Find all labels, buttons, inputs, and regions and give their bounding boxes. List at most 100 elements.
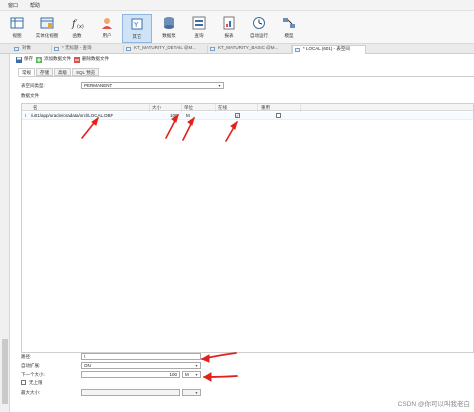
function-icon: f (x): [71, 19, 84, 30]
tab-label: KT_MATURITY_BASIC @M...: [218, 45, 279, 50]
max-size-field[interactable]: [81, 389, 180, 396]
autoextend-label: 自动扩展:: [21, 363, 41, 368]
column-header-unit[interactable]: 单位: [184, 105, 193, 111]
toolbar-label: 自动运行: [250, 33, 268, 38]
row-cursor-icon: I: [25, 113, 27, 118]
online-checkbox[interactable]: ✓: [235, 113, 240, 118]
autoextend-value: ON: [84, 363, 91, 368]
datafile-section-label: 数据文件: [21, 93, 39, 98]
next-size-field[interactable]: 100: [81, 371, 180, 378]
query-icon: [192, 16, 206, 30]
datafile-name-cell[interactable]: /u01/app/oracle/oradata/orcl/LOCAL.DBF: [31, 113, 113, 118]
next-size-unit-value: M: [185, 372, 189, 377]
toolbar-function-button[interactable]: f (x) 函数: [62, 14, 92, 43]
tablespace-type-value: PERMANENT: [84, 83, 113, 88]
materialized-view-icon: [40, 17, 54, 29]
toolbar-label: 报表: [224, 33, 234, 38]
subtab-general[interactable]: 常规: [18, 68, 35, 76]
tab-label: * 无标题 - 查询: [62, 45, 92, 50]
subtab-storage[interactable]: 存储: [36, 68, 53, 76]
svg-text:Y: Y: [133, 21, 139, 29]
user-icon: [102, 18, 112, 29]
toolbar-label: 实体化视图: [35, 33, 59, 38]
chevron-down-icon: ▾: [195, 390, 198, 395]
toolbar-user-button[interactable]: 用户: [92, 14, 122, 43]
table-tab-icon: [126, 47, 131, 51]
chevron-down-icon: ▾: [218, 83, 221, 88]
tab-kt-maturity-basic[interactable]: KT_MATURITY_BASIC @M...: [208, 45, 292, 54]
add-datafile-button[interactable]: 添加数据文件: [36, 56, 71, 63]
toolbar-label: 其它: [132, 34, 142, 39]
tablespace-type-select[interactable]: PERMANENT ▾: [81, 82, 224, 89]
model-icon: [283, 18, 295, 28]
save-button[interactable]: 保存: [16, 56, 33, 63]
unlimited-checkbox[interactable]: [21, 380, 26, 385]
datafile-grid: 名 大小 单位 在线 重用 I /u01/app/oracle/oradata/…: [21, 103, 474, 353]
other-icon: Y: [131, 18, 143, 30]
tablespace-tab-icon: [295, 48, 300, 52]
table-tab-icon: [210, 47, 215, 51]
toolbar-query-button[interactable]: 查询: [184, 14, 214, 43]
tab-label: 对象: [22, 45, 31, 50]
column-header-name[interactable]: 名: [33, 105, 38, 111]
tablespace-type-label: 表空间类型:: [21, 83, 45, 88]
toolbar-data-pump-button[interactable]: 数据泵: [154, 14, 184, 43]
report-icon: [223, 16, 235, 30]
tab-kt-maturity-detail[interactable]: KT_MATURITY_DETAIL @M...: [124, 45, 208, 54]
save-icon: [16, 57, 22, 63]
column-header-online[interactable]: 在线: [218, 105, 227, 111]
scrollbar-thumb[interactable]: [2, 339, 8, 404]
path-field[interactable]: \: [81, 353, 201, 360]
general-panel: 表空间类型: PERMANENT ▾ 数据文件 名 大小 单位 在线 重用 I …: [18, 76, 474, 412]
delete-icon: [74, 57, 80, 63]
chevron-down-icon: ▾: [195, 363, 198, 368]
toolbar-other-button[interactable]: Y 其它: [122, 14, 152, 43]
toolbar-label: 视图: [12, 33, 22, 38]
path-label: 路径:: [21, 354, 32, 359]
reuse-checkbox[interactable]: [276, 113, 281, 118]
tab-untitled-query[interactable]: * 无标题 - 查询: [52, 45, 124, 54]
menu-help[interactable]: 帮助: [30, 2, 40, 9]
grid-header: 名 大小 单位 在线 重用: [22, 104, 473, 111]
tab-local-tablespace[interactable]: * LOCAL (601) - 表空间: [292, 45, 366, 54]
delete-datafile-button[interactable]: 删除数据文件: [74, 56, 109, 63]
max-size-label: 最大大小:: [21, 390, 41, 395]
next-size-unit-select[interactable]: M ▾: [182, 371, 201, 378]
svg-text:(x): (x): [77, 24, 84, 30]
add-icon: [36, 57, 42, 63]
table-row[interactable]: I /u01/app/oracle/oradata/orcl/LOCAL.DBF…: [22, 112, 473, 120]
column-header-reuse[interactable]: 重用: [261, 105, 270, 111]
datafile-size-cell[interactable]: 100: [170, 113, 178, 118]
toolbar-view-button[interactable]: 视图: [2, 14, 32, 43]
menu-window[interactable]: 窗口: [8, 2, 18, 9]
toolbar-label: 数据泵: [162, 33, 176, 38]
chevron-down-icon: ▾: [195, 372, 198, 377]
autoextend-select[interactable]: ON ▾: [81, 362, 201, 369]
next-size-label: 下一个大小:: [21, 372, 45, 377]
toolbar-schedule-button[interactable]: 自动运行: [244, 14, 274, 43]
unlimited-label: 无上限: [29, 380, 43, 385]
toolbar-label: 用户: [102, 33, 112, 38]
toolbar-label: 函数: [72, 33, 82, 38]
tab-objects[interactable]: 对象: [12, 45, 52, 54]
tab-label: KT_MATURITY_DETAIL @M...: [134, 45, 196, 50]
delete-datafile-label: 删除数据文件: [82, 56, 109, 61]
subtab-advanced[interactable]: 高级: [54, 68, 71, 76]
left-scrollbar[interactable]: [0, 54, 10, 412]
column-header-size[interactable]: 大小: [152, 105, 161, 111]
max-size-unit-select[interactable]: ▾: [182, 389, 201, 396]
toolbar-label: 模型: [284, 33, 294, 38]
toolbar-label: 查询: [194, 33, 204, 38]
objects-icon: [14, 47, 19, 51]
toolbar-model-button[interactable]: 模型: [274, 14, 304, 43]
schedule-icon: [253, 17, 265, 29]
datafile-unit-cell[interactable]: M: [186, 113, 190, 118]
editor-tab-bar: 对象 * 无标题 - 查询 KT_MATURITY_DETAIL @M... K…: [0, 44, 474, 54]
main-toolbar: 视图 实体化视图 f (x) 函数 用户 Y 其它 数据泵 查询 报表 自动运行 …: [0, 11, 474, 44]
watermark: CSDN @你可以叫我老白: [397, 401, 470, 408]
toolbar-report-button[interactable]: 报表: [214, 14, 244, 43]
add-datafile-label: 添加数据文件: [44, 56, 71, 61]
data-pump-icon: [164, 17, 174, 29]
subtab-sql-preview[interactable]: SQL 预览: [72, 68, 100, 76]
toolbar-materialized-view-button[interactable]: 实体化视图: [32, 14, 62, 43]
